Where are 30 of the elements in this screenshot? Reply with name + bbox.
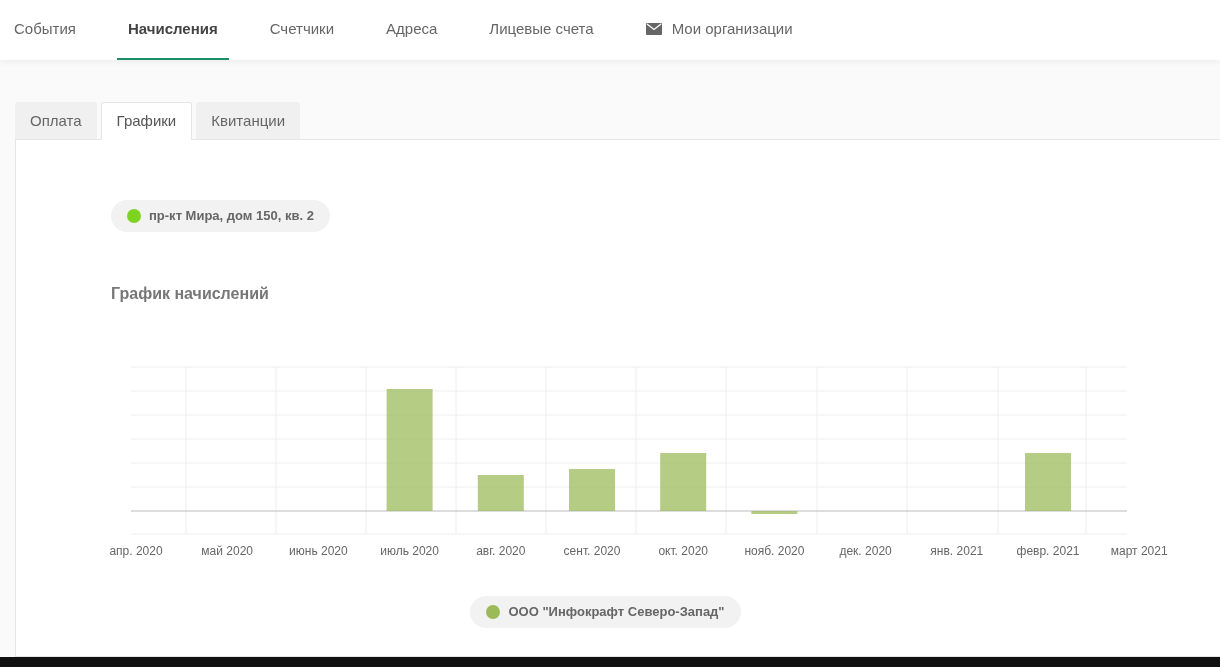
axis-label: сент. 2020 bbox=[563, 544, 621, 558]
nav-tab[interactable]: Счетчики bbox=[269, 0, 335, 60]
bar bbox=[1025, 453, 1071, 511]
tab[interactable]: Графики bbox=[100, 102, 193, 140]
axis-label: окт. 2020 bbox=[658, 544, 708, 558]
nav-tab[interactable]: События bbox=[14, 0, 76, 60]
tab[interactable]: Квитанции bbox=[196, 102, 300, 140]
nav-tab[interactable]: Начисления bbox=[116, 0, 229, 60]
axis-label: март 2021 bbox=[1110, 544, 1168, 558]
bar bbox=[751, 511, 798, 514]
axis-label: нояб. 2020 bbox=[744, 544, 805, 558]
envelope-icon bbox=[645, 23, 662, 35]
axis-label: апр. 2020 bbox=[109, 544, 163, 558]
axis-label: янв. 2021 bbox=[930, 544, 984, 558]
axis-label: дек. 2020 bbox=[839, 544, 892, 558]
axis-label: май 2020 bbox=[201, 544, 254, 558]
axis-label: февр. 2021 bbox=[1016, 544, 1080, 558]
nav-tab[interactable]: Мои организации bbox=[645, 0, 793, 60]
axis-label: июль 2020 bbox=[380, 544, 439, 558]
bar bbox=[569, 469, 615, 511]
bar bbox=[477, 475, 524, 511]
legend-item[interactable]: ООО "Инфокрафт Северо-Запад" bbox=[470, 596, 741, 628]
address-chip[interactable]: пр-кт Мира, дом 150, кв. 2 bbox=[111, 200, 330, 232]
axis-label: июнь 2020 bbox=[289, 544, 348, 558]
nav-tab[interactable]: Адреса bbox=[386, 0, 438, 60]
nav-tab[interactable]: Лицевые счета bbox=[489, 0, 594, 60]
axis-label: авг. 2020 bbox=[476, 544, 526, 558]
tab[interactable]: Оплата bbox=[15, 102, 97, 140]
chart-title: График начислений bbox=[111, 284, 269, 304]
bar bbox=[660, 453, 707, 511]
